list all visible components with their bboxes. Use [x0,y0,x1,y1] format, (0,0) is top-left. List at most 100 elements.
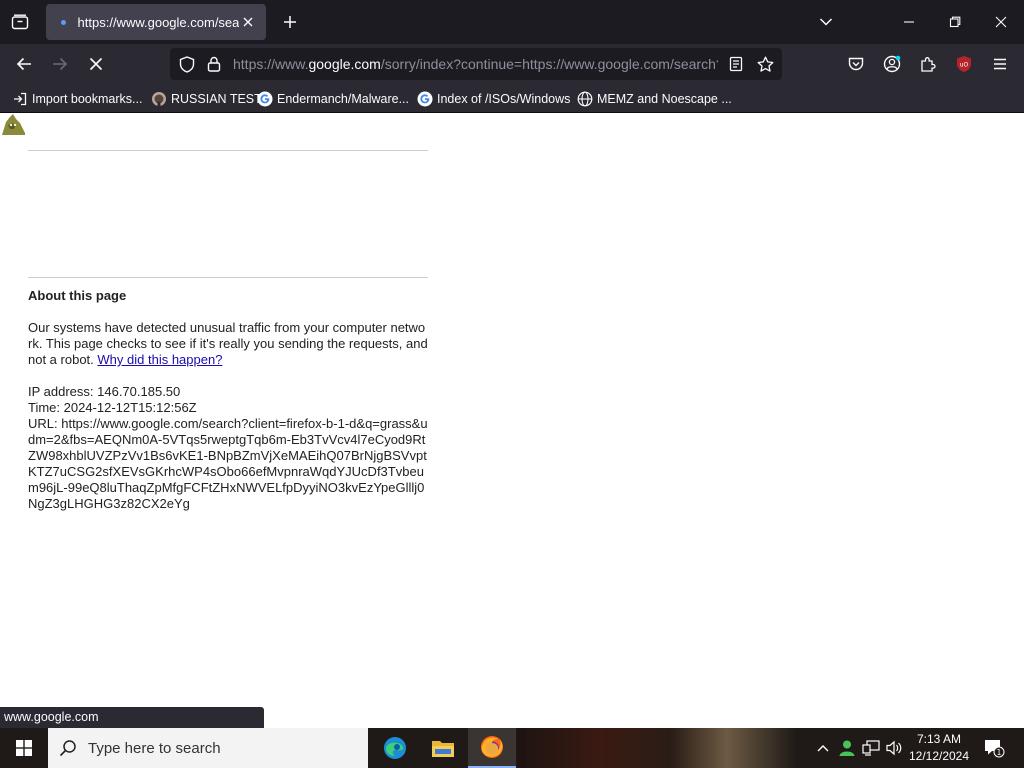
bookmark-isos-windows[interactable]: Index of /ISOs/Windows [417,88,570,110]
firefox-view-icon [11,14,29,30]
bookmark-star-button[interactable] [751,48,779,80]
google-icon [417,91,433,107]
url-line: URL: https://www.google.com/search?clien… [28,416,428,511]
search-icon [48,728,88,768]
bookmarks-toolbar: Import bookmarks... RUSSIAN TEST Enderma… [0,84,1024,113]
tab-bar: https://www.google.com/search [0,0,1024,44]
taskbar-firefox[interactable] [468,728,516,768]
stop-loading-button[interactable] [80,48,112,80]
about-page-heading: About this page [28,288,127,303]
account-button[interactable] [876,48,908,80]
time-line: Time: 2024-12-12T15:12:56Z [28,400,197,415]
clock-time: 7:13 AM [916,732,962,746]
file-explorer-icon [432,741,454,757]
pocket-icon [848,57,864,71]
search-placeholder: Type here to search [88,739,221,757]
bookmark-import[interactable]: Import bookmarks... [12,88,142,110]
bookmark-label: Endermanch/Malware... [277,92,410,106]
loading-icon [56,14,72,30]
reader-view-button[interactable] [722,48,750,80]
svg-text:1: 1 [997,748,1002,757]
import-icon [12,91,28,107]
minimize-icon [904,21,914,23]
google-icon [257,91,273,107]
hamburger-menu-icon [994,58,1006,70]
stop-icon [89,57,103,71]
app-menu-button[interactable] [984,48,1016,80]
navigation-toolbar: https://www.google.com/sorry/index?conti… [0,44,1024,84]
taskbar-file-explorer[interactable] [419,728,467,768]
why-did-this-happen-link[interactable]: Why did this happen? [97,352,222,367]
url-prefix: https://www. [233,56,309,72]
globe-icon [577,91,593,107]
tab-title: https://www.google.com/search [77,14,239,30]
close-icon [995,16,1007,28]
taskbar-search-box[interactable]: Type here to search [48,728,368,768]
message-text: Our systems have detected unusual traffi… [28,320,428,367]
github-icon [151,91,167,107]
page-content: About this page Our systems have detecte… [0,113,1024,728]
chevron-up-icon [817,745,829,752]
goblin-image [2,114,25,135]
list-all-tabs-button[interactable] [812,8,840,36]
svg-text:uO: uO [960,62,969,69]
link-status-bar: www.google.com [0,707,264,728]
bookmark-endermanch[interactable]: Endermanch/Malware... [257,88,409,110]
top-divider [28,150,428,151]
tray-user-app[interactable] [836,728,858,768]
restore-button[interactable] [932,0,978,44]
tab-close-button[interactable] [239,12,258,32]
clock-date: 12/12/2024 [908,749,970,763]
tray-volume[interactable] [883,728,905,768]
bookmark-label: MEMZ and Noescape ... [597,92,732,106]
address-bar[interactable]: https://www.google.com/sorry/index?conti… [170,48,782,80]
puzzle-icon [921,57,936,72]
bookmark-label: Index of /ISOs/Windows [437,92,571,106]
bookmark-label: RUSSIAN TEST [171,92,262,106]
url-host: google.com [308,56,381,72]
ip-address-line: IP address: 146.70.185.50 [28,384,181,399]
forward-button[interactable] [44,48,76,80]
chevron-down-icon [819,18,833,26]
close-window-button[interactable] [978,0,1024,44]
forward-arrow-icon [53,57,68,71]
edge-icon [384,737,406,759]
network-icon [862,740,880,756]
tray-network[interactable] [860,728,882,768]
unusual-traffic-message: Our systems have detected unusual traffi… [28,320,428,368]
action-center-button[interactable]: 1 [978,728,1010,768]
taskbar-clock[interactable]: 7:13 AM 12/12/2024 [904,731,974,765]
person-icon [839,740,855,756]
speaker-icon [886,740,902,756]
reader-view-icon [729,56,743,72]
ublock-shield-icon: uO [957,56,971,72]
url-path: /sorry/index?continue=https://www.google… [380,56,718,72]
close-icon [243,17,253,27]
bookmark-memz[interactable]: MEMZ and Noescape ... [577,88,732,110]
notification-icon: 1 [985,740,1005,758]
url-text[interactable]: https://www.google.com/sorry/index?conti… [233,48,718,80]
firefox-icon [481,736,503,758]
start-button[interactable] [0,728,48,768]
windows-taskbar: Type here to search 7:13 AM 12/12/2024 1 [0,728,1024,768]
active-tab[interactable]: https://www.google.com/search [46,4,266,40]
taskbar-edge[interactable] [371,728,419,768]
lock-icon [207,56,221,72]
pocket-button[interactable] [840,48,872,80]
site-security-icon[interactable] [200,48,228,80]
minimize-button[interactable] [886,0,932,44]
extensions-button[interactable] [912,48,944,80]
show-hidden-icons-button[interactable] [813,728,833,768]
tracking-protection-icon[interactable] [173,48,201,80]
back-button[interactable] [8,48,40,80]
section-divider [28,277,428,278]
account-icon [883,55,901,73]
new-tab-button[interactable] [276,8,304,36]
restore-icon [949,16,961,28]
bookmark-label: Import bookmarks... [32,92,143,106]
ublock-origin-button[interactable]: uO [948,48,980,80]
plus-icon [284,16,296,28]
bookmark-russian-test[interactable]: RUSSIAN TEST [151,88,262,110]
taskbar-background [517,728,797,768]
firefox-view-button[interactable] [0,0,40,44]
